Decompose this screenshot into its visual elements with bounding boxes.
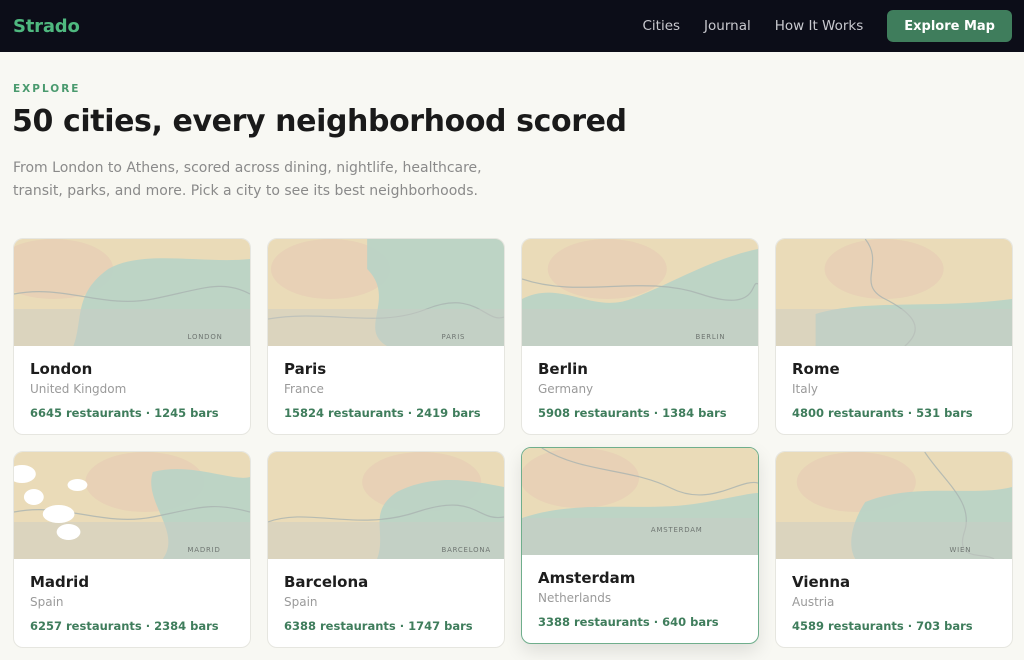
card-body: Amsterdam Netherlands 3388 restaurants ·… bbox=[522, 555, 758, 629]
map-city-label: WIEN bbox=[950, 546, 972, 554]
map-city-label: MADRID bbox=[188, 546, 221, 554]
city-map-thumbnail: BARCELONA bbox=[268, 452, 504, 559]
city-country: France bbox=[284, 382, 324, 396]
city-stats: 6257 restaurants · 2384 bars bbox=[30, 619, 219, 633]
city-stats: 6388 restaurants · 1747 bars bbox=[284, 619, 473, 633]
city-name: London bbox=[30, 360, 93, 378]
city-stats: 5908 restaurants · 1384 bars bbox=[538, 406, 727, 420]
city-country: United Kingdom bbox=[30, 382, 127, 396]
city-map-thumbnail: AMSTERDAM bbox=[522, 448, 758, 555]
nav-links: Cities Journal How It Works Explore Map bbox=[642, 10, 1012, 42]
city-grid: LONDON London United Kingdom 6645 restau… bbox=[13, 238, 1013, 648]
card-body: Vienna Austria 4589 restaurants · 703 ba… bbox=[776, 559, 1012, 633]
map-city-label: BARCELONA bbox=[442, 546, 491, 554]
city-stats: 6645 restaurants · 1245 bars bbox=[30, 406, 219, 420]
city-card-madrid[interactable]: MADRID Madrid Spain 6257 restaurants · 2… bbox=[13, 451, 251, 648]
card-body: Rome Italy 4800 restaurants · 531 bars bbox=[776, 346, 1012, 420]
city-card-rome[interactable]: Rome Italy 4800 restaurants · 531 bars bbox=[775, 238, 1013, 435]
city-name: Berlin bbox=[538, 360, 588, 378]
city-country: Spain bbox=[284, 595, 318, 609]
city-name: Madrid bbox=[30, 573, 90, 591]
city-country: Spain bbox=[30, 595, 64, 609]
city-stats: 4589 restaurants · 703 bars bbox=[792, 619, 973, 633]
map-city-label: BERLIN bbox=[696, 333, 726, 341]
city-country: Netherlands bbox=[538, 591, 612, 605]
city-country: Germany bbox=[538, 382, 594, 396]
city-card-paris[interactable]: PARIS Paris France 15824 restaurants · 2… bbox=[267, 238, 505, 435]
city-card-vienna[interactable]: WIEN Vienna Austria 4589 restaurants · 7… bbox=[775, 451, 1013, 648]
city-map-thumbnail bbox=[776, 239, 1012, 346]
city-name: Barcelona bbox=[284, 573, 369, 591]
city-map-thumbnail: BERLIN bbox=[522, 239, 758, 346]
section-eyebrow: EXPLORE bbox=[13, 83, 81, 95]
city-name: Amsterdam bbox=[538, 569, 636, 587]
city-name: Rome bbox=[792, 360, 840, 378]
map-city-label: AMSTERDAM bbox=[651, 526, 703, 534]
city-card-barcelona[interactable]: BARCELONA Barcelona Spain 6388 restauran… bbox=[267, 451, 505, 648]
card-body: London United Kingdom 6645 restaurants ·… bbox=[14, 346, 250, 420]
city-map-thumbnail: MADRID bbox=[14, 452, 250, 559]
city-country: Austria bbox=[792, 595, 835, 609]
card-body: Berlin Germany 5908 restaurants · 1384 b… bbox=[522, 346, 758, 420]
city-stats: 15824 restaurants · 2419 bars bbox=[284, 406, 481, 420]
top-nav: Strado Cities Journal How It Works Explo… bbox=[0, 0, 1024, 52]
city-card-london[interactable]: LONDON London United Kingdom 6645 restau… bbox=[13, 238, 251, 435]
map-city-label: LONDON bbox=[188, 333, 223, 341]
city-country: Italy bbox=[792, 382, 819, 396]
city-stats: 3388 restaurants · 640 bars bbox=[538, 615, 719, 629]
city-map-thumbnail: LONDON bbox=[14, 239, 250, 346]
city-map-thumbnail: WIEN bbox=[776, 452, 1012, 559]
city-map-thumbnail: PARIS bbox=[268, 239, 504, 346]
card-body: Paris France 15824 restaurants · 2419 ba… bbox=[268, 346, 504, 420]
city-card-amsterdam[interactable]: AMSTERDAM Amsterdam Netherlands 3388 res… bbox=[521, 447, 759, 644]
nav-link-cities[interactable]: Cities bbox=[642, 18, 680, 34]
card-body: Barcelona Spain 6388 restaurants · 1747 … bbox=[268, 559, 504, 633]
brand-logo[interactable]: Strado bbox=[13, 16, 80, 37]
nav-link-how-it-works[interactable]: How It Works bbox=[775, 18, 864, 34]
page-subtitle: From London to Athens, scored across din… bbox=[13, 160, 482, 199]
explore-map-button[interactable]: Explore Map bbox=[887, 10, 1012, 42]
city-card-berlin[interactable]: BERLIN Berlin Germany 5908 restaurants ·… bbox=[521, 238, 759, 435]
city-name: Vienna bbox=[792, 573, 851, 591]
nav-link-journal[interactable]: Journal bbox=[704, 18, 751, 34]
city-name: Paris bbox=[284, 360, 327, 378]
map-city-label: PARIS bbox=[442, 333, 466, 341]
card-body: Madrid Spain 6257 restaurants · 2384 bar… bbox=[14, 559, 250, 633]
city-stats: 4800 restaurants · 531 bars bbox=[792, 406, 973, 420]
page-title: 50 cities, every neighborhood scored bbox=[12, 104, 627, 139]
